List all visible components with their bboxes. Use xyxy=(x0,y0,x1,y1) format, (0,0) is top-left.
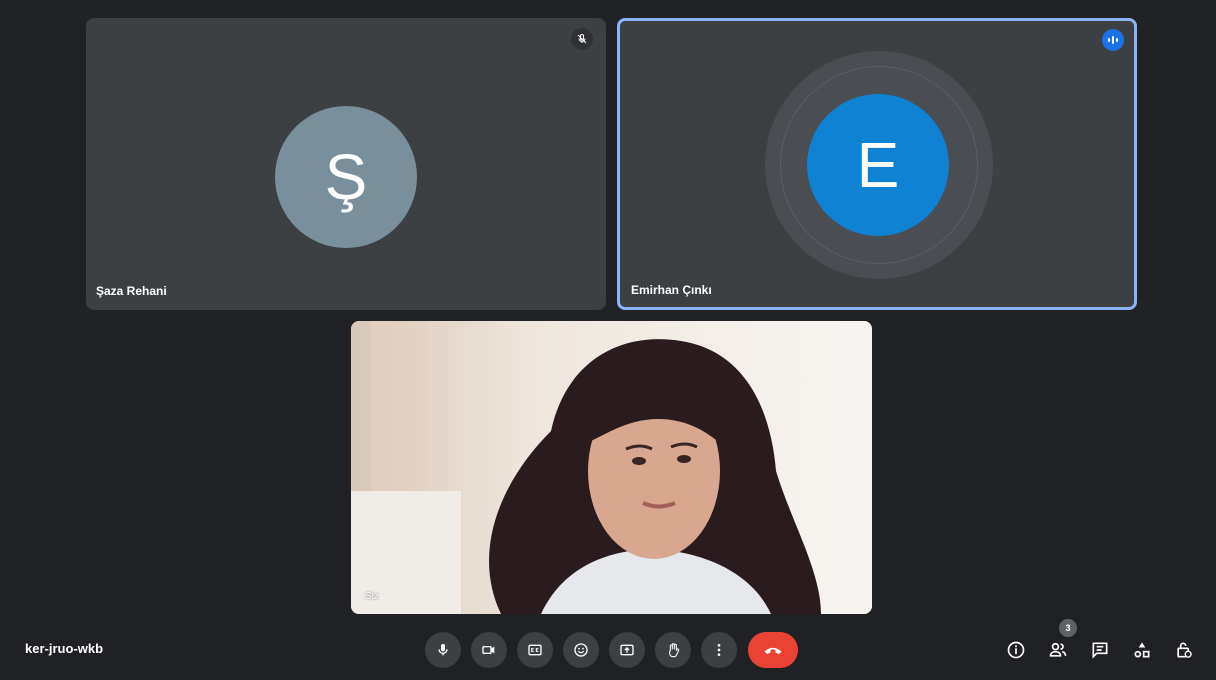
emoji-icon xyxy=(573,642,589,658)
self-view-label: Siz xyxy=(365,591,379,602)
present-icon xyxy=(619,642,635,658)
more-options-button[interactable] xyxy=(701,632,737,668)
meeting-details-button[interactable] xyxy=(1003,637,1029,663)
meeting-code[interactable]: ker-jruo-wkb xyxy=(25,641,103,656)
microphone-button[interactable] xyxy=(425,632,461,668)
hang-up-button[interactable] xyxy=(748,632,798,668)
mic-off-icon xyxy=(571,28,593,50)
host-controls-button[interactable] xyxy=(1171,637,1197,663)
participant-name: Emirhan Çınkı xyxy=(631,283,712,297)
raise-hand-button[interactable] xyxy=(655,632,691,668)
participant-tile-1[interactable]: Ş Şaza Rehani xyxy=(86,18,606,310)
hang-up-icon xyxy=(763,644,783,656)
activities-button[interactable] xyxy=(1129,637,1155,663)
captions-icon xyxy=(527,642,543,658)
people-count-badge: 3 xyxy=(1059,619,1077,637)
chat-icon xyxy=(1090,640,1110,660)
participant-name: Şaza Rehani xyxy=(96,284,167,298)
participant-avatar: E xyxy=(807,94,949,236)
raise-hand-icon xyxy=(665,642,681,658)
camera-button[interactable] xyxy=(471,632,507,668)
participant-avatar: Ş xyxy=(275,106,417,248)
host-controls-icon xyxy=(1174,640,1194,660)
activities-icon xyxy=(1132,640,1152,660)
avatar-initial: E xyxy=(856,129,900,201)
speaking-indicator-icon xyxy=(1102,29,1124,51)
emoji-button[interactable] xyxy=(563,632,599,668)
chat-button[interactable] xyxy=(1087,637,1113,663)
more-options-icon xyxy=(711,642,727,658)
participant-tile-2[interactable]: E Emirhan Çınkı xyxy=(617,18,1137,310)
self-video-tile[interactable]: Siz xyxy=(351,321,872,614)
self-video-feed xyxy=(351,321,872,614)
microphone-icon xyxy=(435,642,451,658)
info-icon xyxy=(1006,640,1026,660)
people-button[interactable] xyxy=(1045,637,1071,663)
captions-button[interactable] xyxy=(517,632,553,668)
avatar-initial: Ş xyxy=(324,141,368,213)
camera-icon xyxy=(481,642,497,658)
people-icon xyxy=(1047,640,1069,660)
present-button[interactable] xyxy=(609,632,645,668)
